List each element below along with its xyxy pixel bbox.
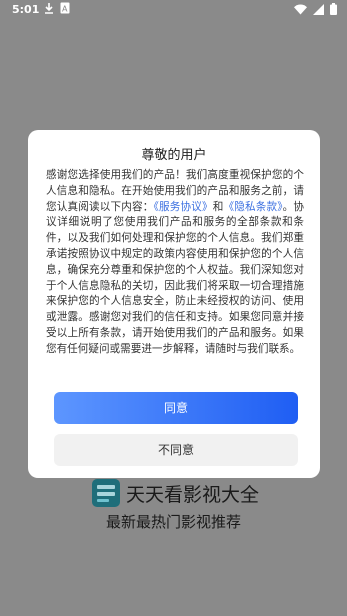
disagree-button[interactable]: 不同意	[54, 434, 298, 466]
app-name: 天天看影视大全	[126, 484, 260, 506]
agree-button[interactable]: 同意	[54, 392, 298, 424]
dialog-body: 感谢您选择使用我们的产品！我们高度重视保护您的个人信息和隐私。在开始使用我们的产…	[46, 168, 304, 358]
service-agreement-link[interactable]: 《服务协议》	[154, 201, 213, 213]
a-icon: A	[60, 2, 72, 16]
app-logo	[92, 479, 120, 507]
status-time: 5:01	[12, 3, 40, 16]
privacy-dialog: 尊敬的用户 感谢您选择使用我们的产品！我们高度重视保护您的个人信息和隐私。在开始…	[28, 130, 320, 478]
battery-icon	[330, 3, 337, 18]
download-icon	[44, 2, 56, 16]
status-bar: 5:01 A	[0, 0, 347, 20]
dialog-title: 尊敬的用户	[141, 148, 207, 163]
background-brand: 天天看影视大全	[92, 477, 292, 511]
svg-text:A: A	[62, 5, 68, 14]
app-slogan: 最新最热门影视推荐	[105, 513, 241, 531]
signal-icon	[313, 3, 324, 18]
conjunction-text: 和	[212, 200, 224, 213]
wifi-icon	[294, 4, 307, 18]
dialog-body-main: 。协议详细说明了您使用我们产品和服务的全部条款和条件，以及我们如何处理和保护您的…	[46, 200, 304, 355]
privacy-terms-link[interactable]: 《隐私条款》	[223, 201, 282, 213]
